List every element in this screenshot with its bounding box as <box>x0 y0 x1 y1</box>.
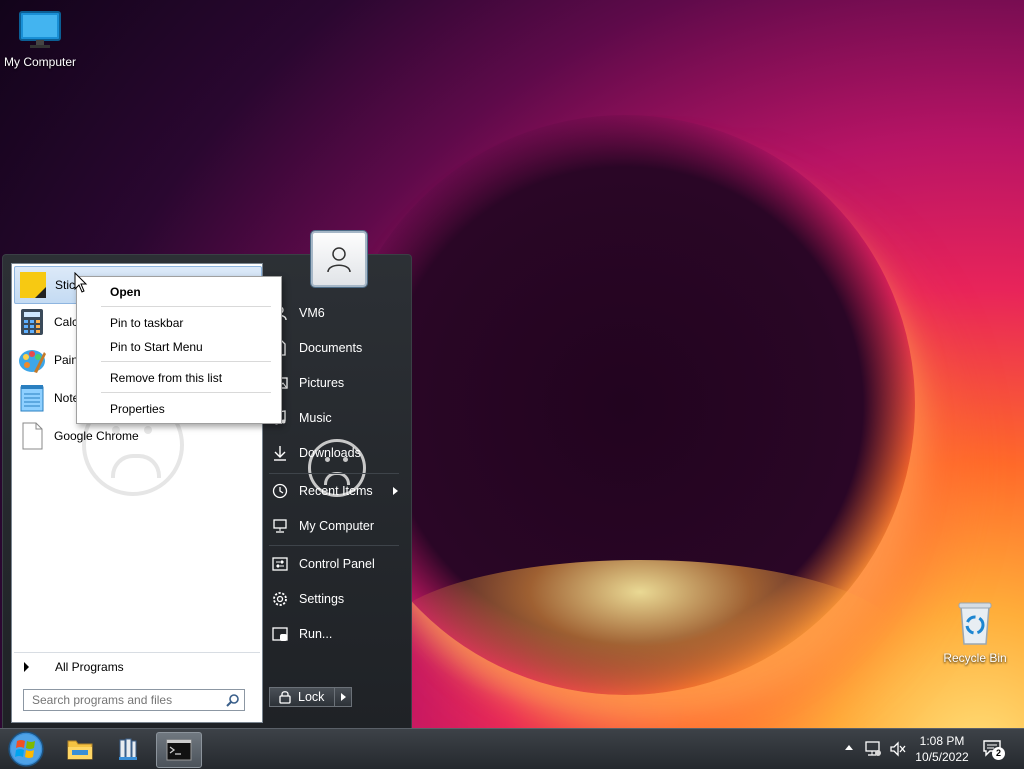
program-label: Google Chrome <box>54 429 139 443</box>
program-label: Calc <box>54 315 79 329</box>
start-item-label: Settings <box>299 592 345 606</box>
start-item-documents[interactable]: Documents <box>269 333 399 363</box>
desktop-icon-my-computer[interactable]: My Computer <box>0 10 80 69</box>
sticky-notes-icon <box>20 272 46 298</box>
taskbar-library[interactable] <box>106 732 150 766</box>
context-item-properties[interactable]: Properties <box>110 402 165 416</box>
desktop-icon-label: Recycle Bin <box>943 651 1007 665</box>
menu-separator <box>101 306 271 307</box>
start-item-label: Run... <box>299 627 333 641</box>
lock-button[interactable]: Lock <box>269 687 337 707</box>
menu-separator <box>101 392 271 393</box>
start-item-recent-items[interactable]: Recent Items <box>269 476 399 506</box>
taskbar-clock[interactable]: 1:08 PM 10/5/2022 <box>908 733 976 765</box>
start-item-label: Music <box>299 411 332 425</box>
search-icon[interactable] <box>226 693 240 707</box>
start-item-run[interactable]: Run... <box>269 619 399 649</box>
computer-icon <box>271 517 289 535</box>
start-item-label: Documents <box>299 341 363 355</box>
notification-count-badge: 2 <box>992 747 1005 760</box>
lock-icon <box>279 691 291 704</box>
gear-icon <box>271 590 289 608</box>
folder-icon <box>67 740 93 760</box>
start-item-label: My Computer <box>299 519 375 533</box>
show-hidden-icons-button[interactable] <box>845 745 853 750</box>
wallpaper-glow <box>380 560 900 720</box>
menu-separator <box>269 473 399 474</box>
download-icon <box>271 444 289 462</box>
taskbar-command-prompt[interactable] <box>156 732 202 768</box>
monitor-icon <box>19 11 61 48</box>
taskbar-file-explorer[interactable] <box>58 732 102 766</box>
volume-muted-icon[interactable] <box>889 740 907 758</box>
start-item-music[interactable]: Music <box>269 403 399 433</box>
start-item-label: Control Panel <box>299 557 375 571</box>
context-item-remove-from-list[interactable]: Remove from this list <box>110 371 222 385</box>
library-icon <box>119 738 137 760</box>
start-item-control-panel[interactable]: Control Panel <box>269 549 399 579</box>
command-prompt-icon <box>166 739 192 761</box>
chevron-right-icon <box>340 693 346 701</box>
search-box[interactable] <box>23 689 245 711</box>
mouse-cursor-icon <box>74 272 88 293</box>
clock-date: 10/5/2022 <box>915 750 969 764</box>
lock-label: Lock <box>298 690 325 704</box>
taskbar: 1:08 PM 10/5/2022 2 <box>0 728 1024 769</box>
search-input[interactable] <box>24 692 226 708</box>
document-icon <box>22 422 43 450</box>
network-icon[interactable] <box>864 740 882 758</box>
start-item-downloads[interactable]: Downloads <box>269 438 399 468</box>
user-avatar-icon <box>327 247 351 273</box>
calculator-icon <box>21 309 43 335</box>
start-item-label: VM6 <box>299 306 325 320</box>
context-item-open[interactable]: Open <box>110 285 141 299</box>
submenu-arrow-icon <box>393 487 398 495</box>
context-item-pin-taskbar[interactable]: Pin to taskbar <box>110 316 183 330</box>
start-item-label: Recent Items <box>299 484 373 498</box>
desktop-icon-recycle-bin[interactable]: Recycle Bin <box>935 600 1015 665</box>
menu-separator <box>269 545 399 546</box>
control-panel-icon <box>271 555 289 573</box>
context-menu: Open Pin to taskbar Pin to Start Menu Re… <box>76 276 282 424</box>
clock-time: 1:08 PM <box>919 734 965 748</box>
shutdown-options-button[interactable] <box>334 687 352 707</box>
all-programs-button[interactable]: All Programs <box>14 652 260 681</box>
recycle-bin-icon <box>958 602 992 645</box>
user-avatar[interactable] <box>311 231 367 287</box>
context-item-pin-start-menu[interactable]: Pin to Start Menu <box>110 340 203 354</box>
start-item-label: Pictures <box>299 376 345 390</box>
all-programs-label: All Programs <box>55 660 124 674</box>
desktop-icon-label: My Computer <box>3 55 77 69</box>
run-icon <box>271 625 289 643</box>
start-button[interactable] <box>6 730 46 768</box>
start-item-my-computer[interactable]: My Computer <box>269 511 399 541</box>
clock-icon <box>271 482 289 500</box>
windows-logo-icon <box>8 731 44 767</box>
start-item-label: Downloads <box>299 446 361 460</box>
start-item-pictures[interactable]: Pictures <box>269 368 399 398</box>
expand-arrow-icon <box>24 662 29 672</box>
start-item-user-folder[interactable]: VM6 <box>269 298 399 328</box>
start-item-settings[interactable]: Settings <box>269 584 399 614</box>
menu-separator <box>101 361 271 362</box>
notepad-icon <box>20 385 44 412</box>
notification-center-button[interactable]: 2 <box>982 737 1008 761</box>
paint-icon <box>19 350 46 373</box>
